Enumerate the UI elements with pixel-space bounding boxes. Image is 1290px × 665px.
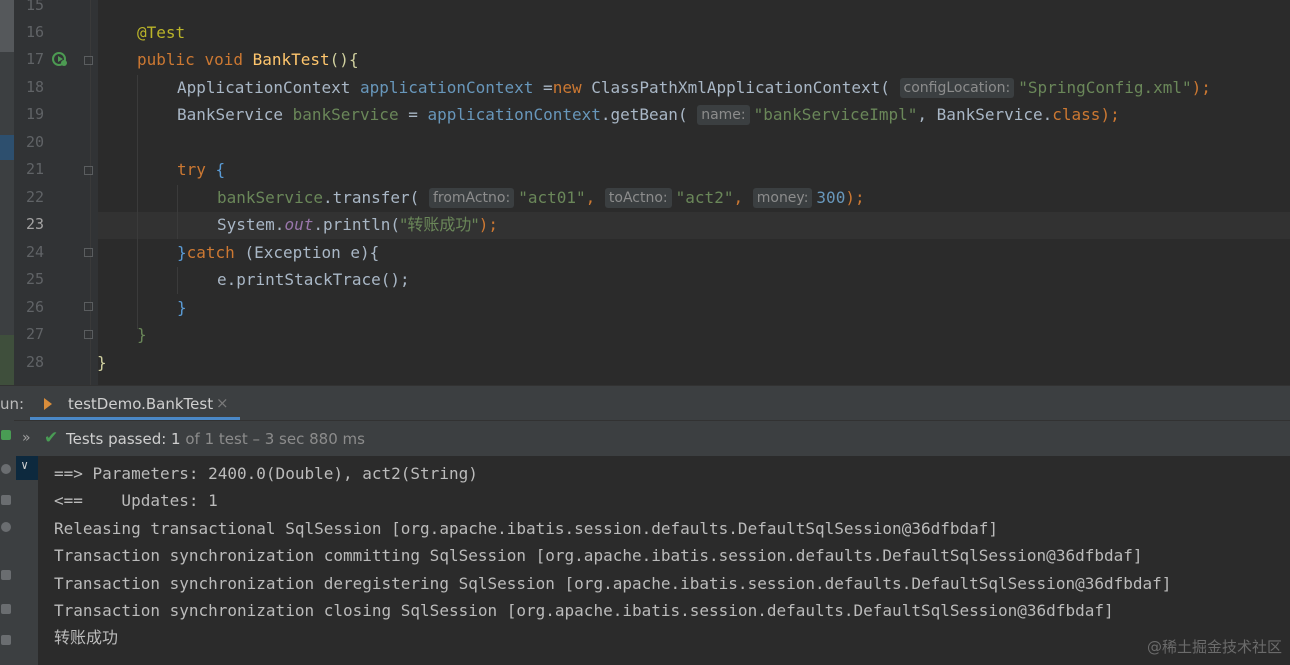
code-line-24: }catch (Exception e){ [177,243,380,262]
scroll-marker [0,0,14,52]
parameter-hint: configLocation: [899,78,1015,98]
run-label: un: [0,395,25,413]
stop-icon[interactable] [1,464,11,474]
console-output[interactable]: ==> Parameters: 2400.0(Double), act2(Str… [38,456,1290,665]
console-line: 转账成功 [54,628,119,647]
camera-icon[interactable] [1,495,11,505]
print-icon[interactable] [1,604,11,614]
rerun-icon[interactable] [1,430,11,440]
code-line-27: } [137,325,147,344]
line-number-current: 23 [25,215,44,233]
code-line-16: @Test [137,23,186,42]
line-number: 25 [25,270,44,288]
line-number: 15 [25,0,44,14]
line-number: 24 [25,243,44,261]
fold-marker-icon[interactable] [84,248,93,257]
code-line-22: bankService.transfer( fromActno: "act01",… [217,188,865,208]
close-icon[interactable]: × [216,394,229,412]
watermark: @稀土掘金技术社区 [1146,638,1282,656]
parameter-hint: toActno: [604,188,672,208]
chevron-icon[interactable]: » [22,430,31,446]
parameter-hint: money: [752,188,813,208]
line-number: 16 [25,23,44,41]
fold-marker-icon[interactable] [84,166,93,175]
console-line: Transaction synchronization deregisterin… [54,574,1172,593]
pin-icon[interactable] [1,570,11,580]
line-number: 26 [25,298,44,316]
left-tool-strip [0,0,14,385]
tab-label: testDemo.BankTest [68,395,214,413]
restore-icon[interactable] [1,522,11,532]
console-line: ==> Parameters: 2400.0(Double), act2(Str… [54,464,478,483]
scroll-marker [0,335,14,385]
fold-marker-icon[interactable] [84,302,93,311]
fold-marker-icon[interactable] [84,330,93,339]
check-icon: ✔ [44,428,59,448]
console-line: <== Updates: 1 [54,491,218,510]
code-line-18: ApplicationContext applicationContext =n… [177,78,1211,98]
code-line-21: try { [177,160,226,179]
tests-passed-status: Tests passed: 1 of 1 test – 3 sec 880 ms [66,430,365,448]
code-line-23: System.out.println("转账成功"); [217,215,499,234]
console-line: Transaction synchronization committing S… [54,546,1143,565]
line-number: 17 [25,50,44,68]
run-test-icon[interactable] [52,51,68,67]
tab-run-configuration[interactable]: testDemo.BankTest [30,386,240,420]
run-side-toolbar [0,420,14,665]
console-line: Releasing transactional SqlSession [org.… [54,519,999,538]
indent-guide [177,185,178,239]
code-line-28: } [97,353,107,372]
parameter-hint: fromActno: [428,188,515,208]
run-tool-window-header: un: testDemo.BankTest × [0,385,1290,420]
line-number: 28 [25,353,44,371]
line-number: 19 [25,105,44,123]
code-line-25: e.printStackTrace(); [217,270,410,289]
console-line: Transaction synchronization closing SqlS… [54,601,1114,620]
line-number: 22 [25,188,44,206]
fold-marker-icon[interactable] [84,56,93,65]
code-line-26: } [177,298,187,317]
parameter-hint: name: [697,105,750,125]
chevron-down-icon[interactable]: ∨ [21,458,28,472]
indent-guide [177,267,178,294]
line-number: 21 [25,160,44,178]
indent-guide [137,75,138,329]
test-tree-panel [14,456,38,665]
line-number: 20 [25,133,44,151]
line-number: 18 [25,78,44,96]
code-line-17: public void BankTest(){ [137,50,359,69]
code-line-19: BankService bankService = applicationCon… [177,105,1120,125]
trash-icon[interactable] [1,635,11,645]
test-tree-root[interactable]: ∨ [16,456,38,480]
test-status-bar: » ✔ Tests passed: 1 of 1 test – 3 sec 88… [0,420,1290,457]
junit-tab-icon [44,398,52,410]
code-editor[interactable]: 15 16 17 18 19 20 21 22 23 24 25 26 27 2… [0,0,1290,385]
scroll-marker [0,135,14,160]
line-number: 27 [25,325,44,343]
